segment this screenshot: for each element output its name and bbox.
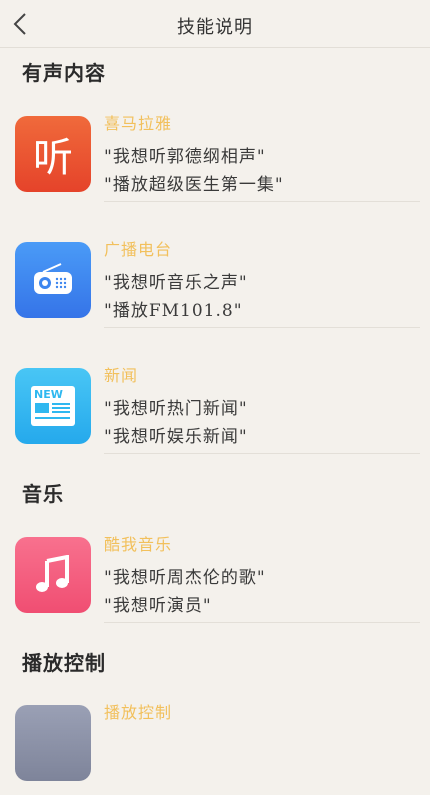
skill-example: "我想听热门新闻" bbox=[104, 399, 248, 419]
skill-name: 播放控制 bbox=[104, 703, 173, 722]
skill-name: 酷我音乐 bbox=[104, 535, 173, 554]
section-title-audio-content: 有声内容 bbox=[22, 61, 106, 85]
skill-item-news[interactable]: NEW 新闻 "我想听热门新闻" "我想听娱乐新闻" bbox=[0, 362, 430, 458]
music-note-icon bbox=[15, 537, 91, 613]
ximalaya-listen-icon: 听 bbox=[15, 116, 91, 192]
skill-item-radio[interactable]: 广播电台 "我想听音乐之声" "播放FM101.8" bbox=[0, 236, 430, 332]
playback-control-icon bbox=[15, 705, 91, 781]
skill-example: "我想听演员" bbox=[104, 596, 212, 616]
header-bar: 技能说明 bbox=[0, 0, 430, 48]
skill-example: "我想听娱乐新闻" bbox=[104, 427, 248, 447]
skill-item-playback-control[interactable]: 播放控制 bbox=[0, 699, 430, 795]
skill-example: "播放FM101.8" bbox=[104, 301, 243, 321]
radio-icon bbox=[15, 242, 91, 318]
skill-name: 广播电台 bbox=[104, 240, 173, 259]
radio-glyph bbox=[34, 263, 72, 294]
skill-item-ximalaya[interactable]: 听 喜马拉雅 "我想听郭德纲相声" "播放超级医生第一集" bbox=[0, 110, 430, 206]
section-title-music: 音乐 bbox=[22, 482, 64, 506]
newspaper-icon: NEW bbox=[15, 368, 91, 444]
ximalaya-icon-glyph: 听 bbox=[33, 135, 73, 181]
news-icon-label: NEW bbox=[34, 388, 63, 401]
page-title: 技能说明 bbox=[177, 17, 253, 38]
skill-example: "我想听周杰伦的歌" bbox=[104, 568, 266, 588]
skill-example: "播放超级医生第一集" bbox=[104, 175, 284, 195]
divider bbox=[104, 453, 420, 454]
skill-example: "我想听郭德纲相声" bbox=[104, 147, 266, 167]
skill-name: 新闻 bbox=[104, 366, 139, 385]
divider bbox=[104, 327, 420, 328]
divider bbox=[104, 622, 420, 623]
newspaper-glyph: NEW bbox=[31, 386, 75, 426]
skill-example: "我想听音乐之声" bbox=[104, 273, 248, 293]
skill-name: 喜马拉雅 bbox=[104, 114, 173, 133]
section-title-playback-control: 播放控制 bbox=[22, 651, 106, 675]
skill-item-kuwo-music[interactable]: 酷我音乐 "我想听周杰伦的歌" "我想听演员" bbox=[0, 531, 430, 627]
music-note-glyph bbox=[36, 555, 69, 592]
divider bbox=[104, 201, 420, 202]
